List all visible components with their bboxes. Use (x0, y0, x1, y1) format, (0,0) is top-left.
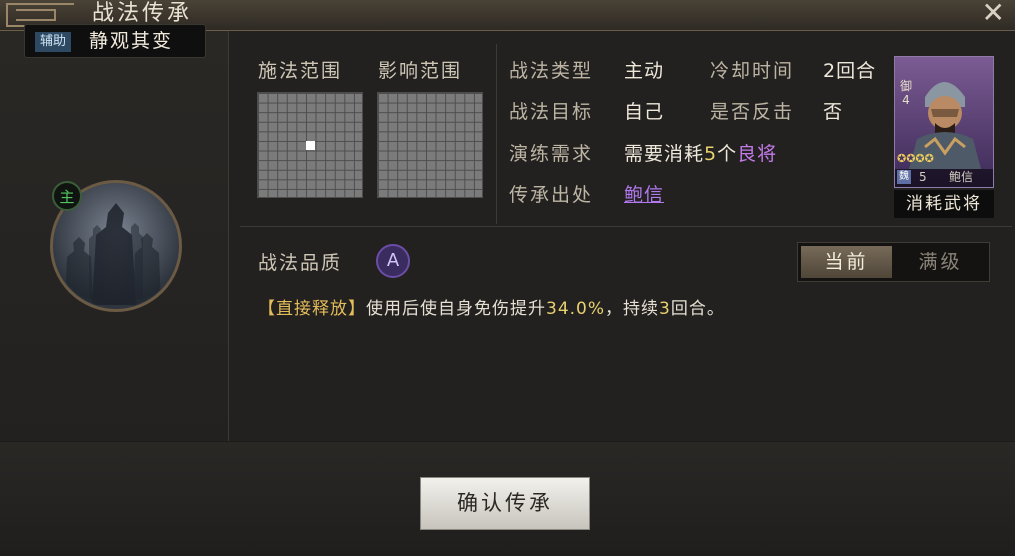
cooldown-value: 2回合 (823, 60, 877, 82)
counter-label: 是否反击 (710, 101, 795, 123)
quality-grade-badge: A (376, 244, 410, 278)
effect-range-grid (377, 92, 483, 198)
general-card[interactable]: 御4 ✪✪✪✪ 魏 5 鲍信 (894, 56, 994, 188)
origin-label: 传承出处 (509, 184, 594, 206)
skill-tag: 辅助 静观其变 (24, 24, 206, 58)
requirement-count: 5 (704, 143, 718, 165)
requirement-item: 良将 (737, 143, 778, 165)
description-turns: 3 (659, 299, 671, 319)
general-stars-icon: ✪✪✪✪ (897, 152, 934, 165)
cast-range-grid (257, 92, 363, 198)
description-text-before: 使用后使自身免伤提升 (366, 299, 546, 319)
tab-max-level[interactable]: 满级 (895, 246, 986, 278)
tab-current[interactable]: 当前 (801, 246, 892, 278)
general-level: 5 (919, 170, 927, 184)
description-value: 34.0% (546, 299, 606, 319)
skill-description: 【直接释放】使用后使自身免伤提升34.0%，持续3回合。 (258, 294, 725, 319)
close-icon[interactable]: ✕ (982, 0, 1005, 28)
requirement-label: 演练需求 (509, 143, 594, 165)
origin-general-link[interactable]: 鲍信 (624, 180, 664, 207)
general-info-strip: 魏 5 鲍信 (895, 169, 993, 187)
general-name: 鲍信 (949, 170, 974, 184)
description-tag: 【直接释放】 (258, 299, 366, 319)
consume-general-caption: 消耗武将 (894, 190, 994, 218)
divider-vertical (496, 44, 497, 224)
counter-value: 否 (823, 101, 844, 123)
skill-target-value: 自己 (624, 101, 665, 123)
skill-kind-badge: 辅助 (35, 32, 72, 52)
level-toggle: 当前 满级 (797, 242, 990, 282)
general-rank: 御4 (899, 79, 912, 107)
requirement-prefix: 需要消耗 (624, 143, 705, 165)
divider-horizontal (240, 226, 1012, 227)
skill-name: 静观其变 (89, 30, 174, 52)
cast-origin-cell (306, 141, 315, 150)
cooldown-label: 冷却时间 (710, 60, 795, 82)
quality-label: 战法品质 (258, 252, 343, 274)
description-text-mid: ，持续 (605, 299, 660, 319)
requirement-value: 需要消耗5个良将 (624, 139, 777, 166)
cast-range-label: 施法范围 (258, 60, 343, 82)
skill-type-value: 主动 (624, 60, 665, 82)
confirm-inherit-button[interactable]: 确认传承 (420, 477, 590, 530)
skill-target-label: 战法目标 (509, 101, 594, 123)
main-skill-badge: 主 (52, 181, 82, 211)
requirement-unit: 个 (717, 143, 738, 165)
general-faction: 魏 (897, 170, 911, 184)
effect-range-label: 影响范围 (378, 60, 463, 82)
description-text-after: 回合。 (670, 299, 725, 319)
skill-type-label: 战法类型 (509, 60, 594, 82)
